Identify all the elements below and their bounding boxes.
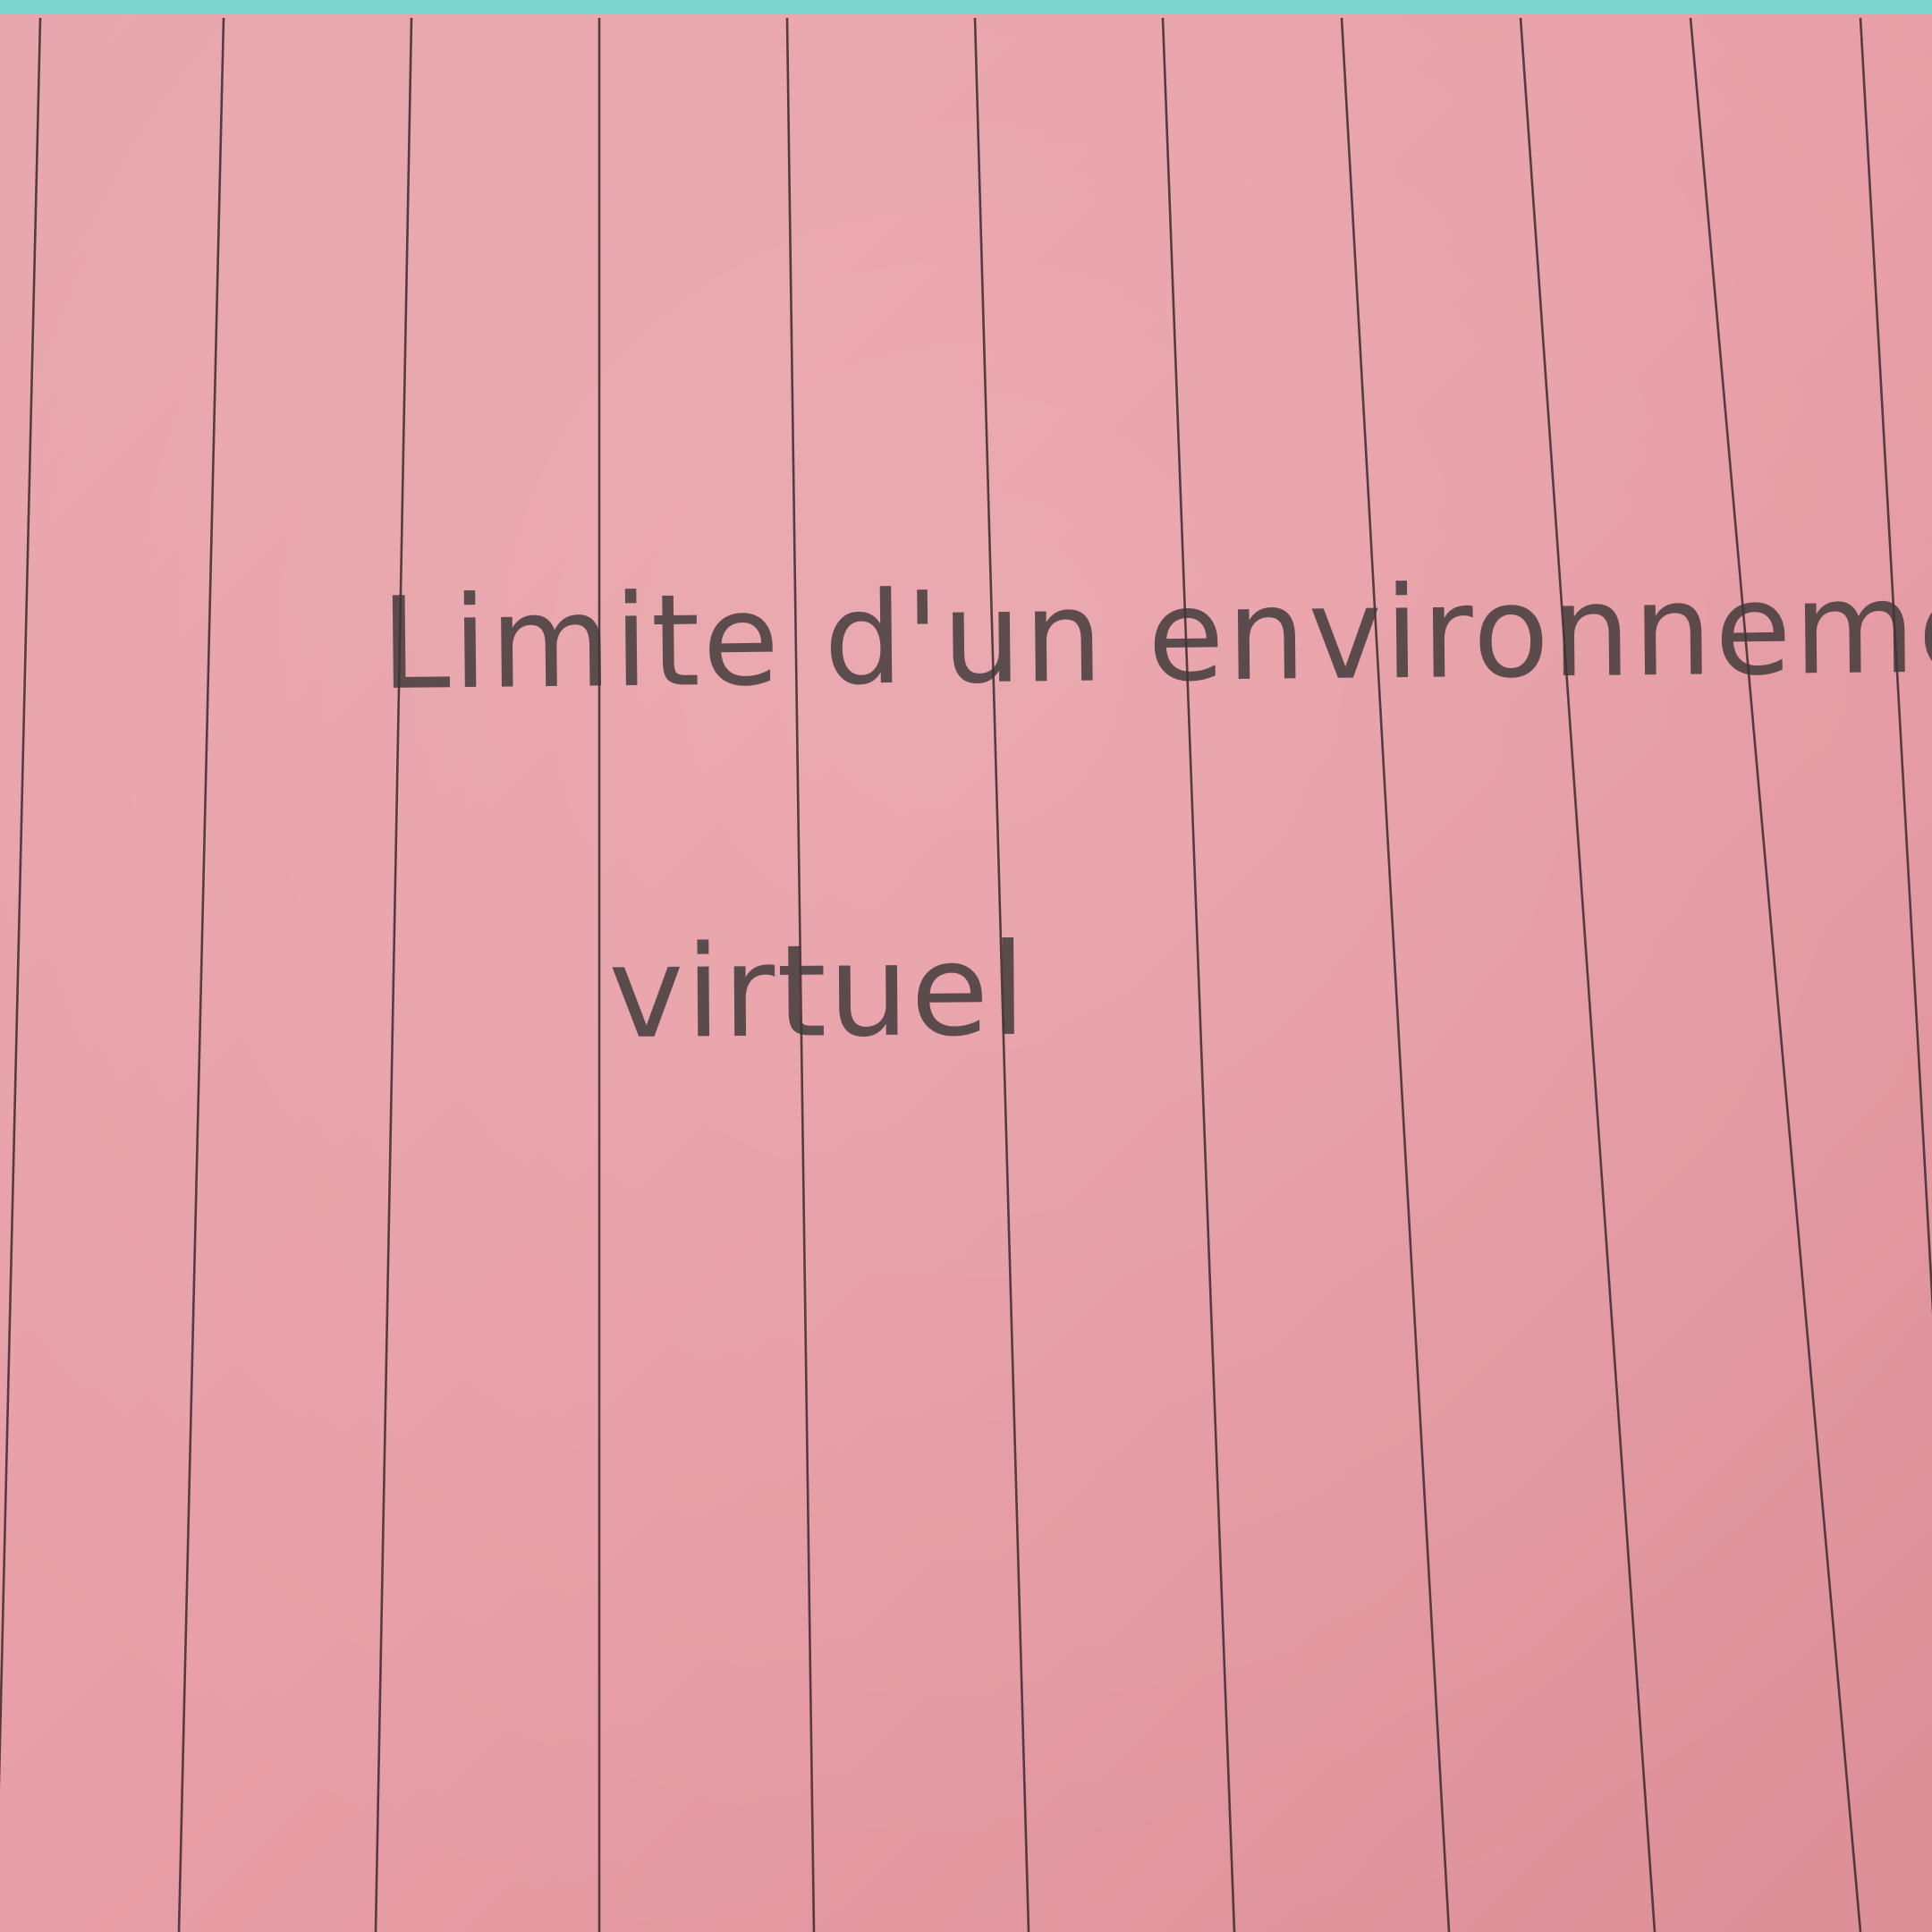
- handwritten-line-1: Limite d'un environnement: [379, 552, 1932, 718]
- photo-scene: Limite d'un environnement virtuel: [0, 0, 1932, 1932]
- handwritten-line-2: virtuel: [607, 916, 1029, 1067]
- teal-backdrop-strip: [0, 0, 1932, 14]
